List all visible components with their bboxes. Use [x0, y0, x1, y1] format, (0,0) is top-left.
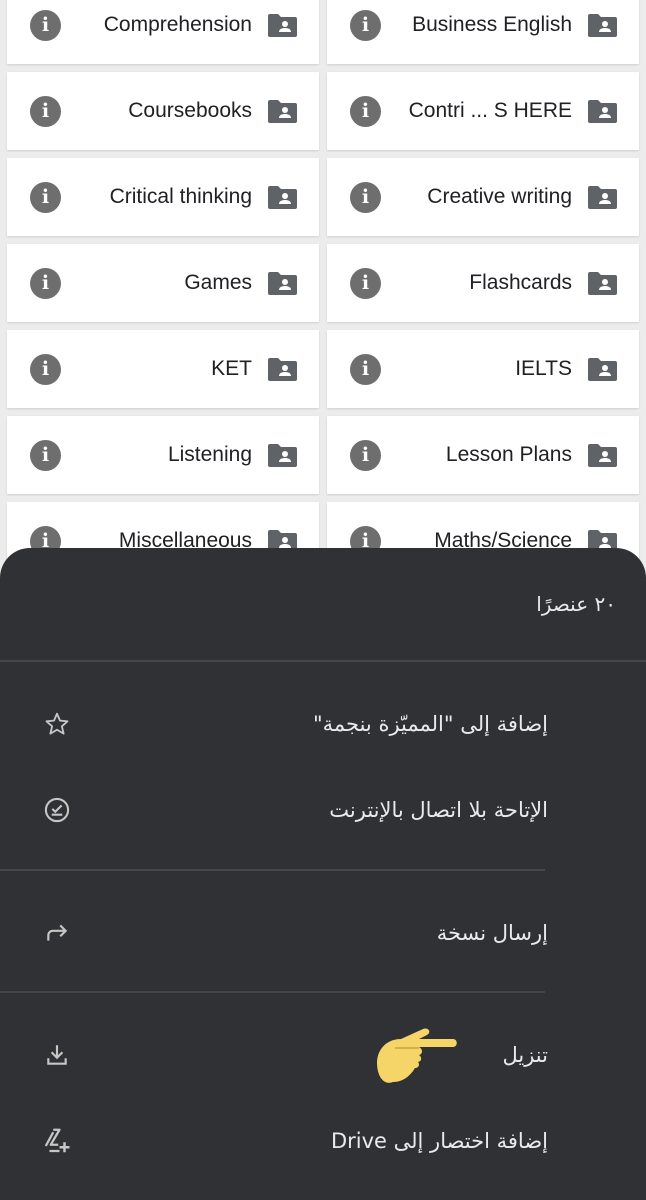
folder-name: IELTS	[515, 357, 572, 380]
folder-name: KET	[211, 357, 252, 380]
download-icon	[42, 1040, 72, 1070]
divider	[0, 869, 545, 871]
info-icon[interactable]: i	[30, 9, 61, 41]
shared-folder-icon	[588, 443, 617, 467]
info-icon[interactable]: i	[30, 353, 61, 385]
info-icon[interactable]: i	[350, 267, 381, 299]
info-icon[interactable]: i	[350, 353, 381, 385]
info-icon[interactable]: i	[30, 95, 61, 127]
divider	[0, 991, 545, 993]
shared-folder-icon	[588, 271, 617, 295]
folder-name: Business English	[412, 13, 572, 36]
folder-name: Comprehension	[103, 13, 252, 36]
send-copy-arrow-icon	[42, 918, 72, 948]
drive-add-shortcut-icon	[42, 1126, 72, 1156]
menu-item-add-shortcut[interactable]: إضافة اختصار إلى Drive	[0, 1111, 646, 1171]
folder-card[interactable]: i IELTS	[327, 330, 639, 408]
folder-card[interactable]: i Lesson Plans	[327, 416, 639, 494]
folder-card[interactable]: i Creative writing	[327, 158, 639, 236]
selection-count: ٢٠ عنصرًا	[536, 592, 616, 616]
shared-folder-icon	[268, 13, 297, 37]
bottom-sheet-menu: ٢٠ عنصرًا إضافة إلى "المميّزة بنجمة" الإ…	[0, 548, 646, 1200]
info-icon[interactable]: i	[30, 181, 61, 213]
folder-card[interactable]: i Coursebooks	[7, 72, 319, 150]
menu-item-offline[interactable]: الإتاحة بلا اتصال بالإنترنت	[0, 780, 646, 840]
menu-item-send-copy[interactable]: إرسال نسخة	[0, 903, 646, 963]
shared-folder-icon	[268, 271, 297, 295]
pointing-hand-emoji	[373, 1027, 459, 1094]
shared-folder-icon	[268, 185, 297, 209]
shared-folder-icon	[588, 13, 617, 37]
shared-folder-icon	[268, 357, 297, 381]
folder-name: Games	[184, 271, 252, 294]
shared-folder-icon	[268, 443, 297, 467]
shared-folder-icon	[588, 99, 617, 123]
info-icon[interactable]: i	[350, 181, 381, 213]
info-icon[interactable]: i	[350, 439, 381, 471]
folder-card[interactable]: i Flashcards	[327, 244, 639, 322]
folder-name: Coursebooks	[128, 99, 252, 122]
folder-name: Flashcards	[469, 271, 572, 294]
info-icon[interactable]: i	[350, 9, 381, 41]
folder-name: Critical thinking	[109, 185, 252, 208]
folder-name: Lesson Plans	[445, 443, 572, 466]
folder-card[interactable]: i Comprehension	[7, 0, 319, 64]
folder-card[interactable]: i Contri ... S HERE	[327, 72, 639, 150]
folder-name: Listening	[167, 443, 252, 466]
folder-name: Contri ... S HERE	[408, 99, 572, 122]
folder-card[interactable]: i Critical thinking	[7, 158, 319, 236]
offline-check-icon	[42, 795, 72, 825]
shared-folder-icon	[268, 99, 297, 123]
folder-name: Creative writing	[427, 185, 572, 208]
shared-folder-icon	[588, 185, 617, 209]
star-outline-icon	[42, 709, 72, 739]
folder-card[interactable]: i Games	[7, 244, 319, 322]
divider	[0, 660, 646, 662]
info-icon[interactable]: i	[30, 267, 61, 299]
menu-item-add-star[interactable]: إضافة إلى "المميّزة بنجمة"	[0, 694, 646, 754]
folder-card[interactable]: i KET	[7, 330, 319, 408]
folder-card[interactable]: i Listening	[7, 416, 319, 494]
folder-card[interactable]: i Business English	[327, 0, 639, 64]
info-icon[interactable]: i	[30, 439, 61, 471]
info-icon[interactable]: i	[350, 95, 381, 127]
menu-item-download[interactable]: تنزيل	[0, 1025, 646, 1085]
shared-folder-icon	[588, 357, 617, 381]
